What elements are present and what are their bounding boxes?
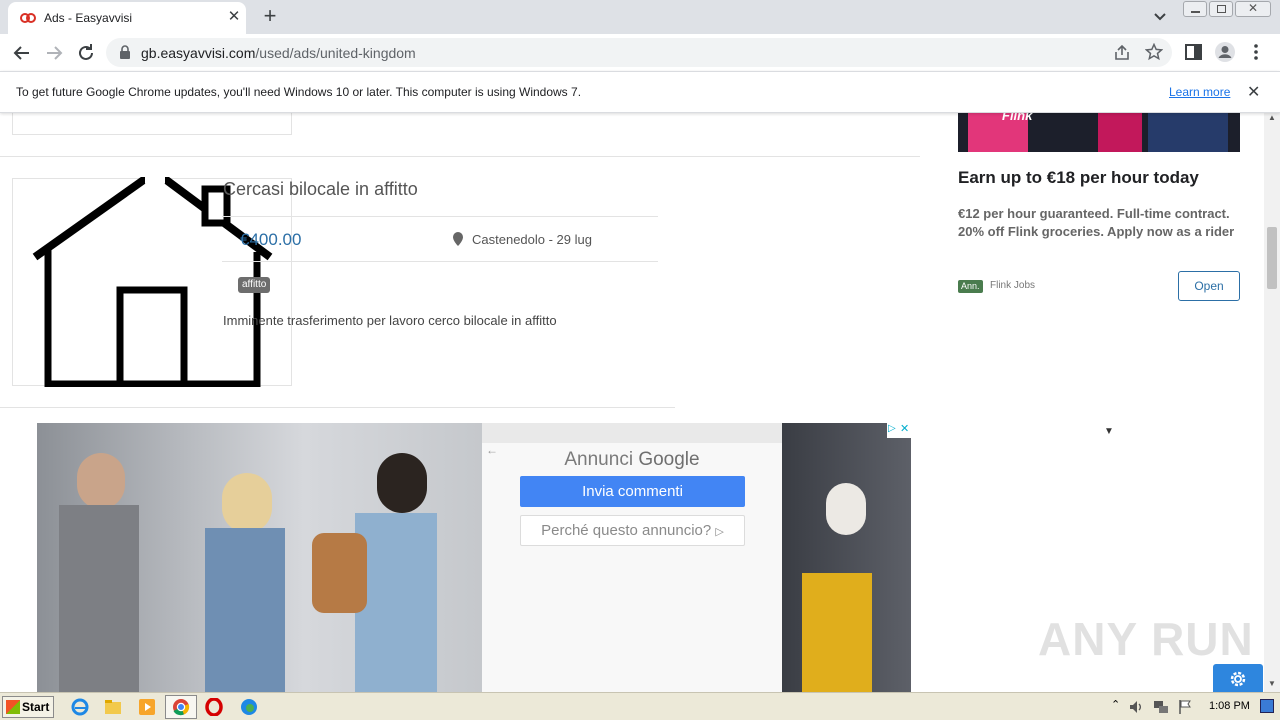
minimize-icon: [1191, 11, 1200, 13]
profile-avatar-icon[interactable]: [1214, 41, 1236, 63]
minimize-button[interactable]: [1183, 1, 1207, 17]
divider: [222, 216, 658, 217]
network-icon[interactable]: [1153, 699, 1169, 715]
google-ad-heading-brand: Google: [638, 449, 700, 470]
gear-icon: [1230, 671, 1246, 687]
vertical-scrollbar[interactable]: ▲ ▼: [1264, 113, 1280, 692]
forward-arrow-icon[interactable]: [42, 42, 66, 64]
send-feedback-button[interactable]: Invia commenti: [520, 476, 745, 507]
listing-title[interactable]: Cercasi bilocale in affitto: [223, 179, 418, 200]
ad-photo-left: [37, 423, 482, 692]
share-icon[interactable]: [1113, 44, 1131, 62]
ad-photo-person: [355, 513, 437, 692]
close-icon[interactable]: ✕: [1247, 82, 1260, 102]
divider: [0, 407, 675, 408]
why-this-ad-button[interactable]: Perché questo annuncio? ▷: [520, 515, 745, 546]
scrollbar-thumb[interactable]: [1267, 227, 1277, 289]
show-desktop-button[interactable]: [1260, 699, 1274, 713]
tab-close-icon[interactable]: ✕: [225, 8, 243, 26]
back-arrow-icon[interactable]: [10, 42, 34, 64]
infobar-message: To get future Google Chrome updates, you…: [16, 85, 582, 99]
ad-photo-person: [222, 473, 272, 533]
triangle-down-icon[interactable]: ▼: [1104, 426, 1114, 437]
ad-badge: Ann.: [958, 280, 983, 293]
flink-logo: Flink: [1002, 113, 1033, 123]
divider: [0, 156, 920, 157]
ad-image-rider: [1098, 113, 1142, 152]
google-ad[interactable]: ← Annunci Google Invia commenti Perché q…: [37, 423, 911, 692]
tab-strip: Ads - Easyavvisi ✕ + ✕: [0, 0, 1280, 34]
scroll-up-icon[interactable]: ▲: [1268, 113, 1276, 122]
ad-photo-backpack: [312, 533, 367, 613]
tab-title: Ads - Easyavvisi: [44, 11, 133, 25]
chrome-taskbar-button[interactable]: [165, 695, 197, 719]
taskbar-clock[interactable]: 1:08 PM: [1209, 700, 1250, 712]
previous-listing-card: [12, 113, 292, 135]
ad-body: €12 per hour guaranteed. Full-time contr…: [958, 206, 1235, 239]
ad-photo-person: [205, 528, 285, 692]
windows-logo-icon: [6, 700, 20, 714]
watermark: ANY RUN: [1038, 613, 1254, 665]
listing-description: Imminente trasferimento per lavoro cerco…: [223, 313, 557, 328]
listing-location: Castenedolo - 29 lug: [472, 232, 592, 247]
ad-open-button[interactable]: Open: [1178, 271, 1240, 301]
settings-button[interactable]: [1213, 664, 1263, 692]
opera-icon[interactable]: [205, 698, 223, 716]
adchoices-icon[interactable]: ▷: [888, 423, 896, 434]
media-player-icon[interactable]: [138, 698, 156, 716]
folder-icon[interactable]: [104, 698, 122, 716]
start-label: Start: [22, 700, 50, 714]
new-tab-button[interactable]: +: [258, 5, 282, 28]
update-infobar: To get future Google Chrome updates, you…: [0, 71, 1280, 113]
ad-photo-right: [782, 423, 911, 692]
ad-image[interactable]: Flink: [958, 113, 1240, 152]
ad-headline[interactable]: Earn up to €18 per hour today: [958, 168, 1199, 188]
ad-photo-person: [377, 453, 427, 513]
scroll-down-icon[interactable]: ▼: [1268, 679, 1276, 688]
chrome-icon: [173, 699, 190, 716]
side-panel-icon[interactable]: [1185, 44, 1202, 60]
learn-more-link[interactable]: Learn more: [1169, 85, 1230, 99]
google-ad-heading-prefix: Annunci: [564, 449, 634, 470]
bookmark-star-icon[interactable]: [1145, 43, 1163, 61]
close-ad-icon[interactable]: ✕: [900, 423, 909, 435]
restore-icon: [1217, 5, 1226, 13]
ad-photo-person: [77, 453, 125, 509]
edge-icon[interactable]: [240, 698, 258, 716]
action-center-flag-icon[interactable]: [1177, 699, 1193, 715]
restore-button[interactable]: [1209, 1, 1233, 17]
lock-icon[interactable]: [118, 44, 132, 60]
page-content: Cercasi bilocale in affitto €400.00 Cast…: [0, 113, 1264, 692]
google-ad-heading: Annunci Google: [482, 449, 782, 471]
listing-price: €400.00: [240, 230, 302, 249]
why-this-ad-label: Perché questo annuncio?: [541, 522, 712, 539]
ad-photo-person: [59, 505, 139, 692]
browser-tab[interactable]: Ads - Easyavvisi ✕: [8, 2, 246, 34]
tray-expand-icon[interactable]: ⌃: [1111, 698, 1120, 711]
play-icon: ▷: [715, 526, 724, 538]
site-favicon-icon: [20, 13, 36, 23]
ad-photo-person: [826, 483, 866, 535]
divider: [222, 261, 658, 262]
google-ad-panel: ← Annunci Google Invia commenti Perché q…: [482, 443, 782, 692]
reload-icon[interactable]: [74, 42, 98, 64]
window-close-icon: ✕: [1248, 1, 1259, 15]
internet-explorer-icon[interactable]: [71, 698, 89, 716]
ad-image-background: [1148, 113, 1228, 152]
ad-advertiser[interactable]: Flink Jobs: [990, 280, 1035, 291]
ad-photo-person: [802, 573, 872, 692]
more-menu-icon[interactable]: [1247, 42, 1265, 62]
url-path: /used/ads/united-kingdom: [255, 45, 416, 61]
category-badge: affitto: [238, 277, 271, 293]
chevron-down-icon[interactable]: [1150, 8, 1170, 26]
url-host: gb.easyavvisi.com: [141, 45, 256, 61]
location-pin-icon: [453, 232, 463, 246]
window-close-button[interactable]: ✕: [1235, 1, 1271, 17]
volume-icon[interactable]: [1128, 699, 1144, 715]
ad-choices[interactable]: ▷ ✕: [887, 423, 911, 438]
url-text[interactable]: gb.easyavvisi.com/used/ads/united-kingdo…: [141, 45, 416, 61]
taskbar: Start ⌃ 1:08 PM: [0, 692, 1280, 720]
start-button[interactable]: Start: [2, 696, 54, 718]
